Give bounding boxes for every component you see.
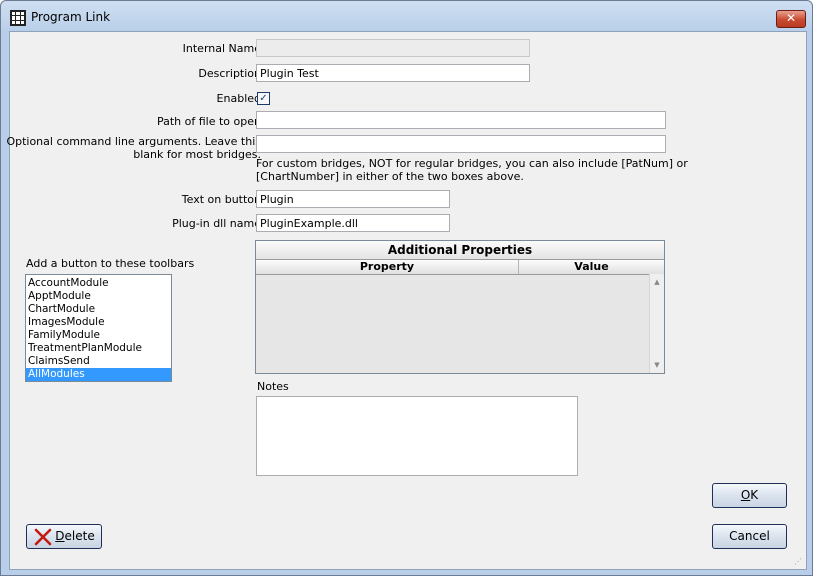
notes-label: Notes bbox=[257, 380, 289, 393]
ok-mnemonic: O bbox=[740, 488, 751, 502]
dialog-body: Internal Name Description Plugin Test En… bbox=[6, 31, 807, 570]
notes-field[interactable] bbox=[256, 396, 578, 476]
program-link-window: Program Link ✕ Internal Name Description… bbox=[0, 0, 813, 576]
checkmark-icon: ✓ bbox=[259, 93, 268, 104]
close-button[interactable]: ✕ bbox=[776, 10, 806, 28]
description-label: Description bbox=[198, 67, 261, 80]
cancel-button[interactable]: Cancel bbox=[712, 524, 787, 549]
toolbar-list-item[interactable]: ChartModule bbox=[26, 303, 171, 316]
args-field[interactable] bbox=[256, 135, 666, 153]
toolbar-list-item[interactable]: ClaimsSend bbox=[26, 355, 171, 368]
args-label-line2: blank for most bridges. bbox=[133, 148, 261, 161]
delete-mnemonic: D bbox=[55, 529, 65, 543]
path-field[interactable] bbox=[256, 111, 666, 129]
toolbar-list-item[interactable]: AccountModule bbox=[26, 277, 171, 290]
toolbar-list-item[interactable]: AllModules bbox=[26, 368, 171, 381]
button-text-label: Text on button bbox=[181, 193, 261, 206]
toolbars-listbox[interactable]: AccountModule ApptModule ChartModule Images… bbox=[25, 274, 172, 382]
column-header-property[interactable]: Property bbox=[256, 260, 519, 274]
grid-title: Additional Properties bbox=[256, 241, 664, 260]
bridge-hint-line1: For custom bridges, NOT for regular brid… bbox=[256, 157, 688, 170]
delete-button[interactable]: Delete bbox=[26, 524, 102, 549]
path-label: Path of file to open bbox=[156, 115, 261, 128]
internal-name-label: Internal Name bbox=[182, 42, 261, 55]
window-title: Program Link bbox=[31, 10, 111, 24]
scroll-down-icon[interactable]: ▼ bbox=[650, 359, 664, 371]
internal-name-field bbox=[256, 39, 530, 57]
ok-button[interactable]: OK bbox=[712, 483, 787, 508]
dll-name-field[interactable]: PluginExample.dll bbox=[256, 214, 450, 232]
toolbars-label: Add a button to these toolbars bbox=[26, 257, 195, 270]
additional-properties-grid[interactable]: Additional Properties Property Value ▲ ▼ bbox=[255, 240, 665, 374]
button-text-field[interactable]: Plugin bbox=[256, 190, 450, 208]
description-field[interactable]: Plugin Test bbox=[256, 64, 530, 82]
args-label-line1: Optional command line arguments. Leave t… bbox=[6, 135, 261, 148]
close-icon: ✕ bbox=[785, 11, 797, 25]
delete-label-rest: elete bbox=[64, 529, 95, 543]
grid-icon bbox=[10, 10, 26, 26]
delete-x-icon bbox=[34, 528, 52, 546]
toolbar-list-item[interactable]: TreatmentPlanModule bbox=[26, 342, 171, 355]
enabled-checkbox[interactable]: ✓ bbox=[257, 92, 270, 105]
enabled-label: Enabled bbox=[216, 92, 261, 105]
grid-header: Property Value bbox=[256, 260, 664, 275]
grid-scrollbar[interactable]: ▲ ▼ bbox=[649, 274, 664, 373]
title-bar[interactable]: Program Link ✕ bbox=[1, 1, 812, 31]
bridge-hint-line2: [ChartNumber] in either of the two boxes… bbox=[256, 170, 524, 183]
dll-name-label: Plug-in dll name bbox=[172, 217, 261, 230]
toolbar-list-item[interactable]: FamilyModule bbox=[26, 329, 171, 342]
toolbar-list-item[interactable]: ApptModule bbox=[26, 290, 171, 303]
resize-grip-icon[interactable]: ⋰ bbox=[794, 557, 804, 567]
toolbar-list-item[interactable]: ImagesModule bbox=[26, 316, 171, 329]
ok-label-rest: K bbox=[750, 488, 759, 502]
scroll-up-icon[interactable]: ▲ bbox=[650, 276, 664, 288]
column-header-value[interactable]: Value bbox=[519, 260, 664, 274]
cancel-label: Cancel bbox=[729, 529, 770, 543]
